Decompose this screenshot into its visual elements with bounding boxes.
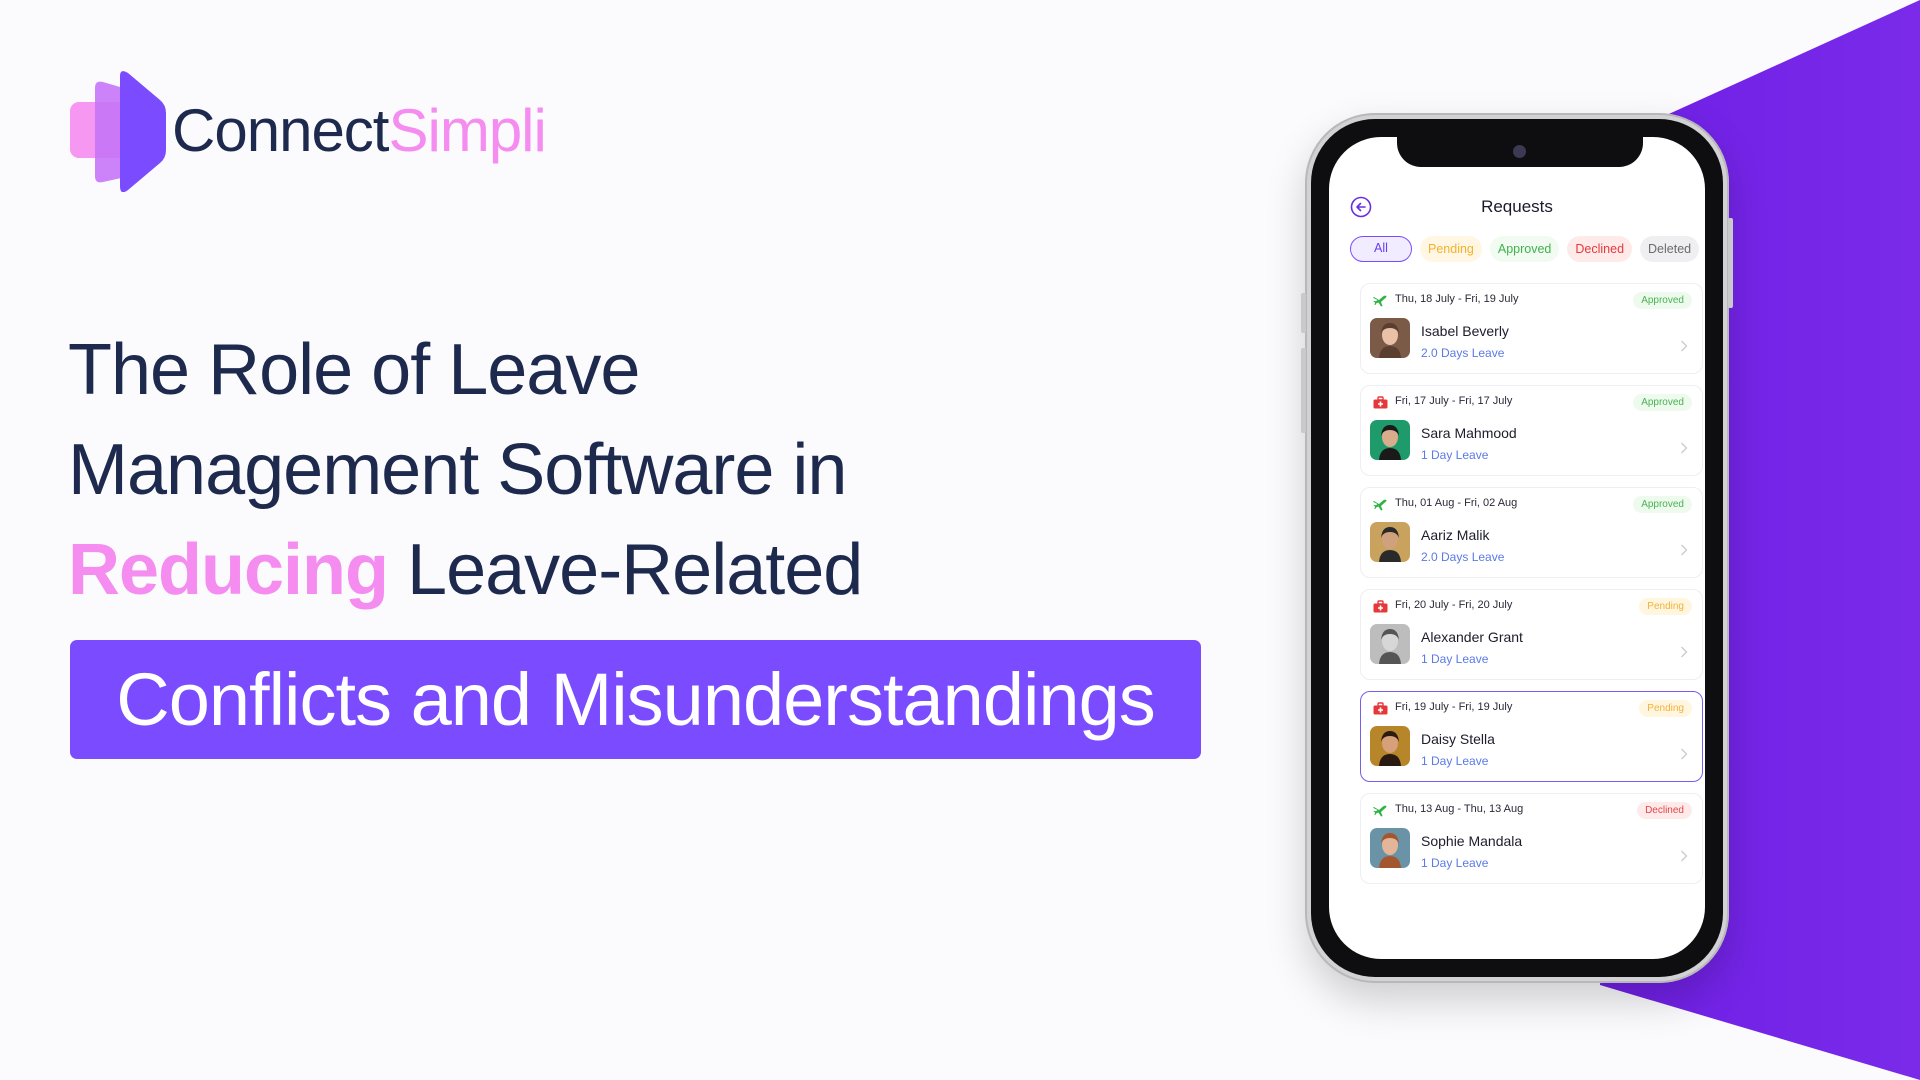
avatar (1370, 318, 1410, 358)
status-filter-tabs: All Pending Approved Declined Deleted (1350, 236, 1700, 262)
phone-volume-up-button (1301, 293, 1306, 333)
tab-all[interactable]: All (1350, 236, 1412, 262)
employee-name: Alexander Grant (1421, 629, 1523, 645)
employee-name: Daisy Stella (1421, 731, 1495, 747)
phone-power-button (1728, 218, 1733, 308)
status-badge: Declined (1637, 802, 1692, 819)
chevron-right-icon (1681, 544, 1688, 556)
request-card[interactable]: Fri, 19 July - Fri, 19 July Pending Daisy … (1360, 691, 1703, 782)
tab-declined[interactable]: Declined (1567, 236, 1633, 262)
medical-kit-icon (1373, 396, 1388, 409)
brand-logo: ConnectSimpli (70, 70, 590, 192)
avatar (1370, 522, 1410, 562)
tab-pending[interactable]: Pending (1420, 236, 1482, 262)
leave-duration: 1 Day Leave (1421, 652, 1489, 666)
chevron-right-icon (1681, 646, 1688, 658)
phone-notch (1397, 137, 1643, 167)
headline-line-2: Management Software in (68, 430, 847, 510)
airplane-icon (1373, 498, 1388, 511)
headline-line-1: The Role of Leave (68, 330, 640, 410)
status-badge: Approved (1633, 394, 1692, 411)
brand-wordmark: ConnectSimpli (172, 96, 547, 165)
tab-deleted[interactable]: Deleted (1640, 236, 1700, 262)
chevron-right-icon (1681, 850, 1688, 862)
medical-kit-icon (1373, 600, 1388, 613)
leave-date-range: Fri, 20 July - Fri, 20 July (1395, 599, 1513, 611)
leave-duration: 1 Day Leave (1421, 448, 1489, 462)
employee-name: Isabel Beverly (1421, 323, 1509, 339)
headline-highlight-word: Reducing (68, 530, 389, 610)
employee-name: Aariz Malik (1421, 527, 1490, 543)
chevron-right-icon (1681, 442, 1688, 454)
status-badge: Approved (1633, 496, 1692, 513)
leave-date-range: Thu, 18 July - Fri, 19 July (1395, 293, 1519, 305)
avatar (1370, 420, 1410, 460)
request-card[interactable]: Thu, 01 Aug - Fri, 02 Aug Approved Aariz M… (1360, 487, 1703, 578)
leave-date-range: Fri, 17 July - Fri, 17 July (1395, 395, 1513, 407)
screen-title: Requests (1481, 197, 1553, 216)
chevron-right-icon (1681, 340, 1688, 352)
leave-date-range: Fri, 19 July - Fri, 19 July (1395, 701, 1513, 713)
status-badge: Pending (1639, 700, 1692, 717)
headline-line-3: Reducing Leave-Related (68, 520, 863, 620)
phone-volume-down-button (1301, 348, 1306, 433)
status-badge: Pending (1639, 598, 1692, 615)
request-list: Thu, 18 July - Fri, 19 July Approved Isabe… (1360, 283, 1703, 895)
medical-kit-icon (1373, 702, 1388, 715)
request-card[interactable]: Fri, 17 July - Fri, 17 July Approved Sara … (1360, 385, 1703, 476)
brand-word-simpli: Simpli (388, 97, 546, 164)
headline-banner: Conflicts and Misunderstandings (70, 640, 1201, 759)
status-badge: Approved (1633, 292, 1692, 309)
request-card[interactable]: Thu, 13 Aug - Thu, 13 Aug Declined Sophie … (1360, 793, 1703, 884)
leave-duration: 2.0 Days Leave (1421, 550, 1505, 564)
page-headline: The Role of Leave Management Software in… (68, 320, 863, 620)
app-header: Requests (1329, 193, 1705, 223)
avatar (1370, 828, 1410, 868)
chevron-right-icon (1681, 748, 1688, 760)
avatar (1370, 624, 1410, 664)
leave-duration: 1 Day Leave (1421, 754, 1489, 768)
airplane-icon (1373, 294, 1388, 307)
phone-screen: Requests All Pending Approved Declined Delet… (1329, 137, 1705, 959)
employee-name: Sara Mahmood (1421, 425, 1517, 441)
leave-duration: 1 Day Leave (1421, 856, 1489, 870)
airplane-icon (1373, 804, 1388, 817)
employee-name: Sophie Mandala (1421, 833, 1523, 849)
brand-word-connect: Connect (172, 97, 389, 164)
layered-hexagon-logo-icon (70, 71, 166, 192)
request-card[interactable]: Fri, 20 July - Fri, 20 July Pending Alexan… (1360, 589, 1703, 680)
request-card[interactable]: Thu, 18 July - Fri, 19 July Approved Isabe… (1360, 283, 1703, 374)
avatar (1370, 726, 1410, 766)
leave-date-range: Thu, 01 Aug - Fri, 02 Aug (1395, 497, 1518, 509)
leave-duration: 2.0 Days Leave (1421, 346, 1505, 360)
phone-mockup: Requests All Pending Approved Declined Delet… (1301, 113, 1733, 983)
phone-bezel: Requests All Pending Approved Declined Delet… (1311, 119, 1723, 977)
tab-approved[interactable]: Approved (1489, 236, 1560, 262)
headline-line-3-rest: Leave-Related (388, 530, 863, 610)
camera-icon (1513, 145, 1526, 158)
leave-date-range: Thu, 13 Aug - Thu, 13 Aug (1395, 803, 1524, 815)
